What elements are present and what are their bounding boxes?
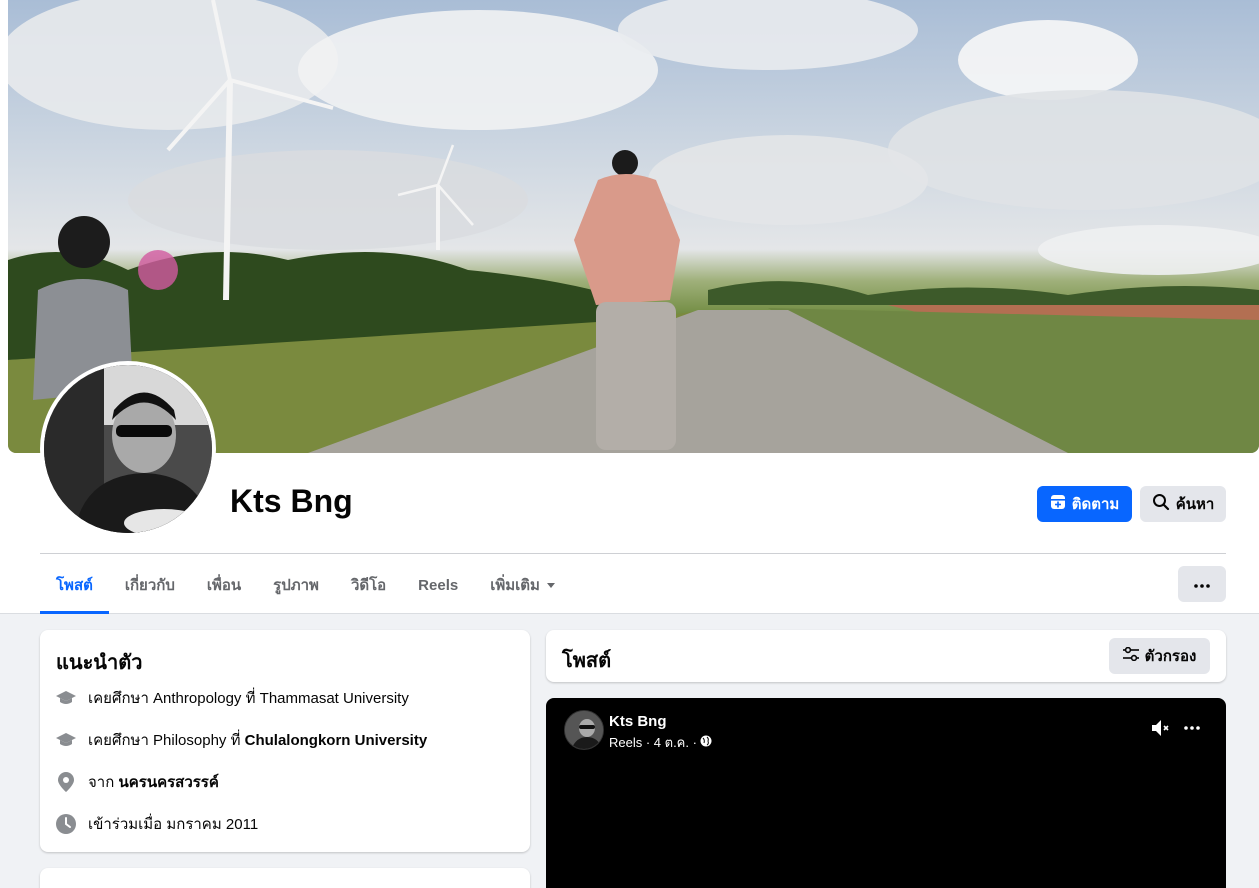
globe-icon bbox=[700, 735, 712, 750]
tab-label: เพื่อน bbox=[206, 577, 242, 594]
filter-button[interactable]: ตัวกรอง bbox=[1109, 638, 1210, 674]
profile-search-button[interactable]: ค้นหา bbox=[1140, 486, 1226, 522]
tab-label: รูปภาพ bbox=[273, 577, 319, 594]
tab-label: วิดีโอ bbox=[350, 577, 387, 594]
tab-photos[interactable]: รูปภาพ bbox=[257, 556, 335, 614]
follow-button[interactable]: ติดตาม bbox=[1037, 486, 1132, 522]
location-prefix: จาก bbox=[88, 774, 119, 791]
school-link[interactable]: Chulalongkorn University bbox=[245, 732, 428, 749]
header-divider bbox=[40, 553, 1226, 554]
search-label: ค้นหา bbox=[1175, 496, 1215, 513]
location-pin-icon bbox=[56, 772, 76, 792]
tab-videos[interactable]: วิดีโอ bbox=[335, 556, 402, 614]
caret-down-icon bbox=[546, 577, 556, 594]
education-text: เคยศึกษา Philosophy ที่ Chulalongkorn Un… bbox=[88, 728, 427, 752]
tab-about[interactable]: เกี่ยวกับ bbox=[109, 556, 191, 614]
profile-name: Kts Bng bbox=[230, 483, 353, 519]
profile-header: Kts Bng ติดตาม ค้นหา โพสต์ เกี่ยวกับ เพื… bbox=[0, 0, 1259, 614]
search-icon bbox=[1152, 493, 1170, 515]
intro-education-row: เคยศึกษา Philosophy ที่ Chulalongkorn Un… bbox=[56, 728, 427, 752]
profile-picture bbox=[44, 365, 212, 533]
reel-meta-text: Reels · 4 ต.ค. · bbox=[609, 735, 697, 750]
cover-photo[interactable] bbox=[8, 0, 1259, 453]
location-text: จาก นครนครสวรรค์ bbox=[88, 770, 219, 794]
tab-reels[interactable]: Reels bbox=[402, 556, 474, 614]
mute-icon[interactable] bbox=[1148, 716, 1172, 740]
profile-more-button[interactable] bbox=[1178, 566, 1226, 602]
more-options-icon bbox=[1194, 575, 1210, 593]
filter-label: ตัวกรอง bbox=[1144, 648, 1197, 665]
clock-icon bbox=[56, 814, 76, 834]
profile-tabs: โพสต์ เกี่ยวกับ เพื่อน รูปภาพ วิดีโอ Ree… bbox=[40, 556, 572, 614]
intro-title: แนะนำตัว bbox=[56, 652, 143, 674]
tab-more[interactable]: เพิ่มเติม bbox=[474, 556, 572, 614]
education-prefix: เคยศึกษา Philosophy ที่ bbox=[88, 732, 245, 749]
location-link[interactable]: นครนครสวรรค์ bbox=[118, 774, 218, 791]
education-text: เคยศึกษา Anthropology ที่ Thammasat Univ… bbox=[88, 690, 409, 707]
cover-photo-scene bbox=[8, 0, 1259, 453]
reel-post[interactable]: Kts Bng Reels · 4 ต.ค. · bbox=[546, 698, 1226, 888]
filter-sliders-icon bbox=[1122, 646, 1139, 665]
intro-joined-row: เข้าร่วมเมื่อ มกราคม 2011 bbox=[56, 812, 258, 836]
reel-meta: Reels · 4 ต.ค. · bbox=[609, 732, 712, 753]
tab-label: Reels bbox=[418, 576, 459, 594]
graduation-cap-icon bbox=[56, 730, 76, 750]
posts-header-card: โพสต์ ตัวกรอง bbox=[546, 630, 1226, 682]
avatar-portrait bbox=[44, 365, 212, 533]
posts-title: โพสต์ bbox=[562, 650, 612, 672]
tab-label: เพิ่มเติม bbox=[490, 577, 540, 594]
follow-label: ติดตาม bbox=[1071, 496, 1120, 513]
photos-card bbox=[40, 868, 530, 888]
tab-label: เกี่ยวกับ bbox=[124, 577, 175, 594]
follow-icon bbox=[1050, 494, 1066, 514]
tab-posts[interactable]: โพสต์ bbox=[40, 556, 109, 614]
intro-card: แนะนำตัว เคยศึกษา Anthropology ที่ Thamm… bbox=[40, 630, 530, 852]
joined-text: เข้าร่วมเมื่อ มกราคม 2011 bbox=[88, 816, 259, 833]
reel-author-avatar[interactable] bbox=[564, 710, 604, 750]
graduation-cap-icon bbox=[56, 688, 76, 708]
intro-location-row: จาก นครนครสวรรค์ bbox=[56, 770, 219, 794]
profile-avatar[interactable] bbox=[40, 361, 216, 537]
intro-education-row: เคยศึกษา Anthropology ที่ Thammasat Univ… bbox=[56, 686, 409, 710]
tab-label: โพสต์ bbox=[56, 577, 93, 594]
tab-friends[interactable]: เพื่อน bbox=[191, 556, 257, 614]
post-options-icon[interactable] bbox=[1180, 716, 1204, 740]
reel-author-name[interactable]: Kts Bng bbox=[609, 713, 667, 730]
